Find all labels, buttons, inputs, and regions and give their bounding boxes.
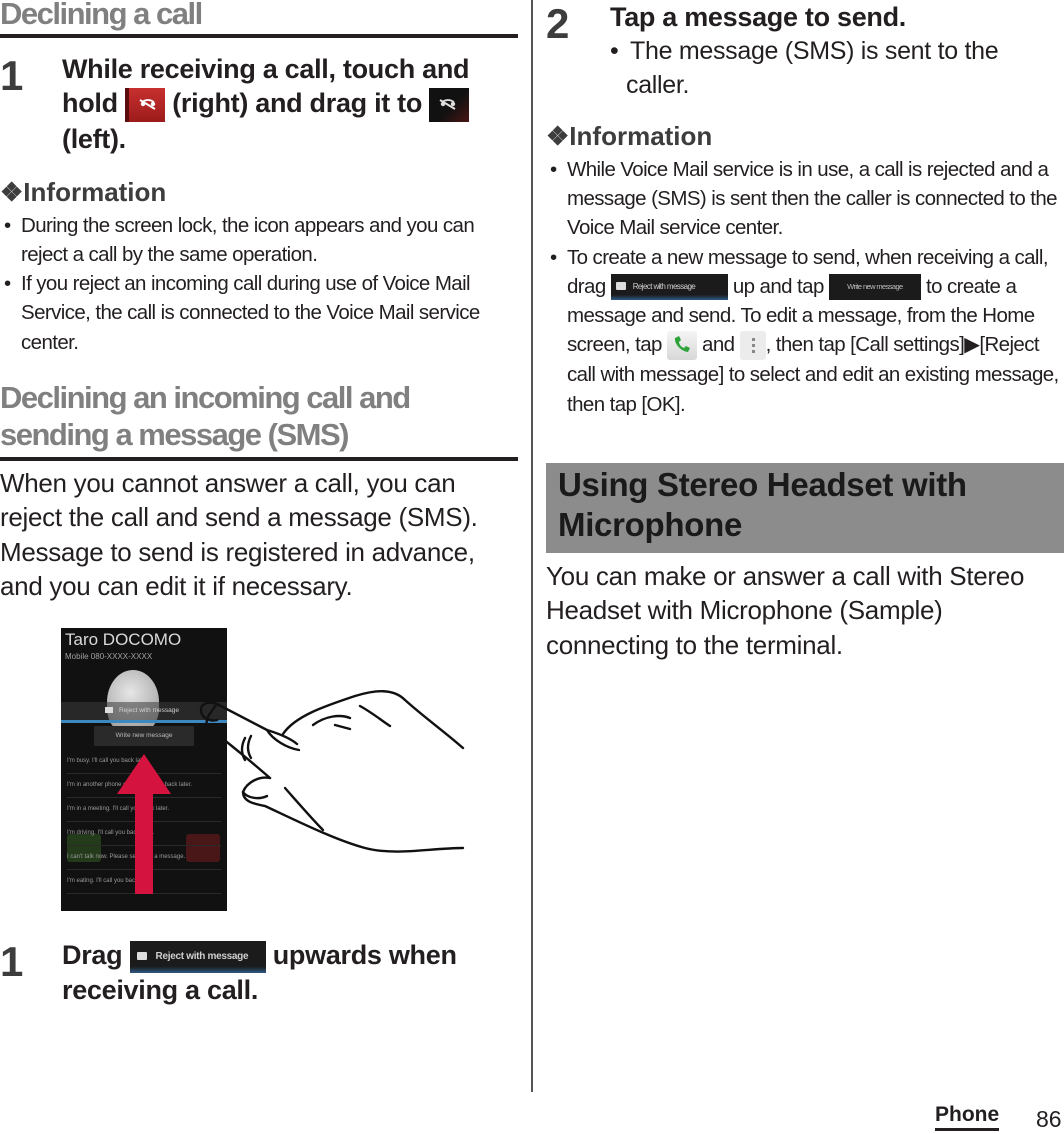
headset-section-header: Using Stereo Headset with Microphone [546, 462, 1064, 553]
bullet-icon: • [4, 272, 11, 296]
page-number: 86 [1036, 1106, 1062, 1132]
information-heading: ❖Information [546, 121, 713, 151]
section-title-line1: Declining an incoming call and [0, 379, 411, 415]
end-call-target-icon [429, 87, 470, 122]
headset-title-line2: Microphone [558, 505, 742, 543]
step-text: Drag [62, 940, 123, 970]
bullet-icon: • [550, 158, 557, 181]
step-text: Tap a message to send. [610, 2, 907, 32]
section-title-declining-call: Declining a call [0, 0, 203, 31]
step-1-decline: 1 While receiving a call, touch and hold… [0, 52, 518, 156]
section-rule [0, 456, 518, 461]
section-rule [0, 34, 518, 38]
info-item: • During the screen lock, the icon appear… [0, 211, 518, 269]
write-new-message-chip: Write new message [828, 274, 921, 301]
reject-with-message-chip: Reject with message [129, 940, 266, 973]
step-2-tap-message: 2 Tap a message to send. • The message (S… [546, 0, 1064, 102]
phone-icon [666, 331, 697, 361]
information-block: ❖Information • While Voice Mail service i… [546, 120, 1064, 419]
bullet-icon: • [4, 213, 11, 237]
intro-paragraph: When you cannot answer a call, you can r… [0, 467, 478, 602]
step-note: • The message (SMS) is sent to the caller… [610, 34, 1064, 102]
section-title-line2: sending a message (SMS) [0, 416, 349, 452]
step-number: 1 [0, 938, 24, 985]
bullet-icon: • [610, 37, 619, 65]
column-divider [531, 0, 533, 1092]
headset-title-line1: Using Stereo Headset with [558, 465, 967, 503]
message-icon [615, 282, 626, 291]
info-item: • To create a new message to send, when r… [546, 243, 1064, 419]
right-column: 2 Tap a message to send. • The message (S… [546, 0, 1064, 662]
information-heading: ❖Information [0, 176, 167, 207]
pointing-hand-icon [199, 690, 465, 853]
end-call-icon [124, 87, 165, 122]
menu-icon [739, 331, 766, 361]
info-item: • While Voice Mail service is in use, a c… [546, 155, 1064, 243]
message-icon [136, 951, 147, 960]
information-block: ❖Information • During the screen lock, th… [0, 176, 518, 357]
step-text: (right) and drag it to [172, 88, 423, 118]
left-column: Declining a call 1 While receiving a cal… [0, 0, 518, 604]
bullet-icon: • [550, 245, 557, 269]
step-text: (left). [62, 123, 126, 154]
footer-section-label: Phone [935, 1102, 1000, 1131]
headset-paragraph: You can make or answer a call with Stere… [546, 560, 1025, 660]
step-number: 1 [0, 52, 24, 99]
section-sms: Declining an incoming call and sending a… [0, 379, 518, 604]
step-1-drag: 1 Drag Reject with message upwards when … [0, 938, 518, 1007]
info-item: • If you reject an incoming call during u… [0, 269, 518, 357]
reject-with-message-chip: Reject with message [610, 274, 728, 301]
step-number: 2 [546, 0, 570, 47]
